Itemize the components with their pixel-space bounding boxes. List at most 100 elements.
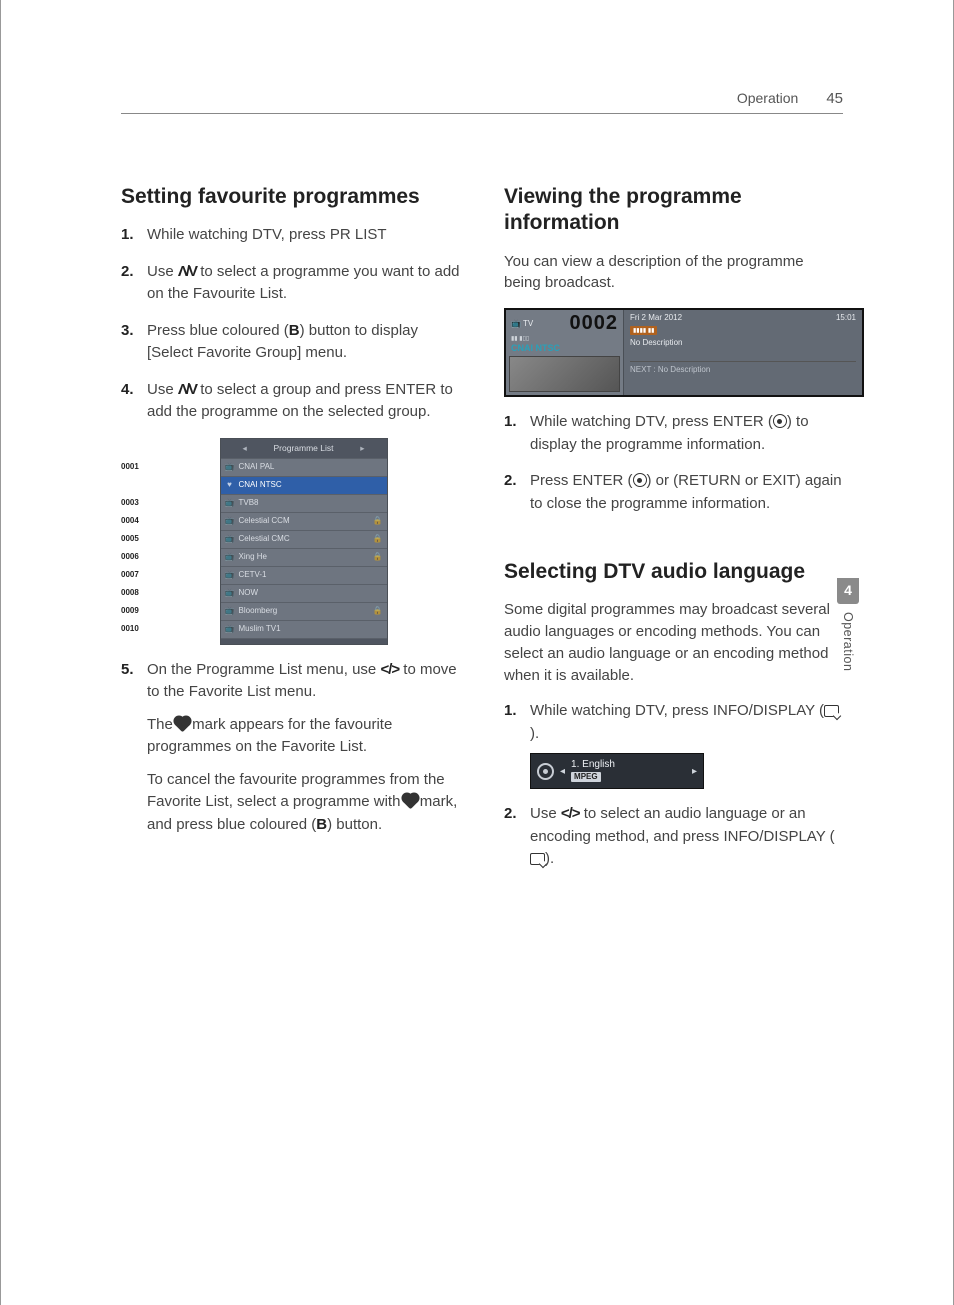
ss-row-num: 0004 xyxy=(121,515,143,527)
up-down-icon: Λ/V xyxy=(178,381,196,398)
ss-audio-codec: MPEG xyxy=(571,772,601,782)
enter-icon xyxy=(537,763,554,780)
step: 4. Use Λ/V to select a group and press E… xyxy=(121,379,460,645)
ss-audio-label: 1. English xyxy=(571,759,615,770)
ss-proglist-row: 📺0003TVB8 xyxy=(221,494,387,512)
ss-row-num: 0001 xyxy=(121,461,143,473)
ss-row-name: Bloomberg xyxy=(239,605,369,617)
ss-row-num: 0006 xyxy=(121,551,143,563)
step-text: While watching DTV, press ENTER () to di… xyxy=(530,413,809,453)
step-text: Use </> to select an audio language or a… xyxy=(530,805,835,867)
screenshot-info-banner: 📺 TV 0002 ▮▮ ▮▯▯ CNAI NTSC Fri 2 Mar 201… xyxy=(504,308,864,397)
step-number: 2. xyxy=(121,261,134,284)
ss-channel-name: CNAI NTSC xyxy=(506,342,623,356)
ss-next: NEXT : No Description xyxy=(630,361,856,374)
heading-audio-lang: Selecting DTV audio language xyxy=(504,559,843,585)
ss-tv-label: 📺 TV xyxy=(511,319,533,328)
ss-no-description: No Description xyxy=(630,338,856,347)
step-text: Press blue coloured (B) button to displa… xyxy=(147,322,418,362)
step-text: Use Λ/V to select a group and press ENTE… xyxy=(147,381,453,421)
tv-icon: 📺 xyxy=(225,497,235,509)
step-text: While watching DTV, press PR LIST xyxy=(147,226,387,243)
tv-icon: 📺 xyxy=(225,605,235,617)
step: 3. Press blue coloured (B) button to dis… xyxy=(121,320,460,365)
lock-icon: 🔒 xyxy=(373,605,383,617)
tv-icon: 📺 xyxy=(225,533,235,545)
ss-signal-bars: ▮▮ ▮▯▯ xyxy=(506,335,623,342)
ss-proglist-row: 📺0007CETV-1 xyxy=(221,566,387,584)
ss-row-name: TVB8 xyxy=(239,497,369,509)
info-display-icon xyxy=(824,705,839,717)
section-name: Operation xyxy=(737,90,798,106)
tv-icon: ♥ xyxy=(225,479,235,491)
tv-icon: 📺 xyxy=(225,551,235,563)
ss-badge: ▮▮▮▮ ▮▮ xyxy=(630,326,657,335)
lock-icon: 🔒 xyxy=(373,551,383,563)
ss-thumbnail xyxy=(509,356,620,392)
up-down-icon: Λ/V xyxy=(178,263,196,280)
step: 1. While watching DTV, press ENTER () to… xyxy=(504,411,843,456)
ss-time: 15:01 xyxy=(836,313,856,322)
ss-row-name: CNAI PAL xyxy=(239,461,369,473)
ss-proglist-row: 📺0006Xing He🔒 xyxy=(221,548,387,566)
chapter-label: Operation xyxy=(841,612,855,671)
enter-icon xyxy=(773,414,787,428)
ss-row-name: CETV-1 xyxy=(239,569,369,581)
step: 2. Press ENTER () or (RETURN or EXIT) ag… xyxy=(504,470,843,515)
b-key: B xyxy=(289,322,300,339)
lead-view-info: You can view a description of the progra… xyxy=(504,251,843,295)
step-number: 1. xyxy=(504,700,517,723)
tv-icon: 📺 xyxy=(225,569,235,581)
step: 1. While watching DTV, press PR LIST xyxy=(121,224,460,247)
ss-channel-number: 0002 xyxy=(570,312,619,335)
tv-icon: 📺 xyxy=(225,461,235,473)
tv-icon: 📺 xyxy=(225,587,235,599)
ss-proglist-row: 📺0004Celestial CCM🔒 xyxy=(221,512,387,530)
step-number: 5. xyxy=(121,659,134,682)
step-number: 3. xyxy=(121,320,134,343)
left-arrow-icon: ◂ xyxy=(560,764,565,779)
view-info-steps: 1. While watching DTV, press ENTER () to… xyxy=(504,411,843,515)
enter-icon xyxy=(633,473,647,487)
ss-row-name: NOW xyxy=(239,587,369,599)
step-number: 4. xyxy=(121,379,134,402)
step-number: 1. xyxy=(504,411,517,434)
running-header: Operation 45 xyxy=(121,90,843,114)
ss-row-num: 0010 xyxy=(121,623,143,635)
b-key: B xyxy=(316,816,327,833)
step: 5. On the Programme List menu, use </> t… xyxy=(121,659,460,837)
right-arrow-icon: ▸ xyxy=(692,764,697,779)
tv-icon: 📺 xyxy=(225,515,235,527)
note-favourite-mark: The mark appears for the favourite progr… xyxy=(147,714,460,759)
step-text: While watching DTV, press INFO/DISPLAY (… xyxy=(530,702,839,742)
ss-row-num: 0008 xyxy=(121,587,143,599)
ss-row-num: 0009 xyxy=(121,605,143,617)
ss-row-name: Celestial CCM xyxy=(239,515,369,527)
step-text: Use Λ/V to select a programme you want t… xyxy=(147,263,460,303)
screenshot-programme-list: Programme List 📺0001CNAI PAL♥0002CNAI NT… xyxy=(220,438,388,645)
ss-row-num: 0005 xyxy=(121,533,143,545)
heading-favourites: Setting favourite programmes xyxy=(121,184,460,210)
ss-row-num: 0003 xyxy=(121,497,143,509)
page-number: 45 xyxy=(826,90,843,107)
step: 1. While watching DTV, press INFO/DISPLA… xyxy=(504,700,843,789)
ss-date: Fri 2 Mar 2012 xyxy=(630,313,682,322)
step: 2. Use </> to select an audio language o… xyxy=(504,803,843,871)
ss-row-name: Muslim TV1 xyxy=(239,623,369,635)
step: 2. Use Λ/V to select a programme you wan… xyxy=(121,261,460,306)
ss-row-name: Celestial CMC xyxy=(239,533,369,545)
lock-icon: 🔒 xyxy=(373,533,383,545)
ss-proglist-row: 📺0005Celestial CMC🔒 xyxy=(221,530,387,548)
step-number: 2. xyxy=(504,803,517,826)
ss-proglist-row: ♥0002CNAI NTSC xyxy=(221,476,387,494)
ss-row-name: Xing He xyxy=(239,551,369,563)
ss-proglist-row: 📺0008NOW xyxy=(221,584,387,602)
lead-audio-lang: Some digital programmes may broadcast se… xyxy=(504,599,843,686)
left-right-icon: </> xyxy=(561,805,580,822)
ss-title: Programme List xyxy=(221,439,387,458)
heading-view-info: Viewing the programme information xyxy=(504,184,843,237)
lock-icon: 🔒 xyxy=(373,515,383,527)
favourites-steps: 1. While watching DTV, press PR LIST 2. … xyxy=(121,224,460,836)
audio-lang-steps: 1. While watching DTV, press INFO/DISPLA… xyxy=(504,700,843,871)
ss-proglist-row: 📺0009Bloomberg🔒 xyxy=(221,602,387,620)
